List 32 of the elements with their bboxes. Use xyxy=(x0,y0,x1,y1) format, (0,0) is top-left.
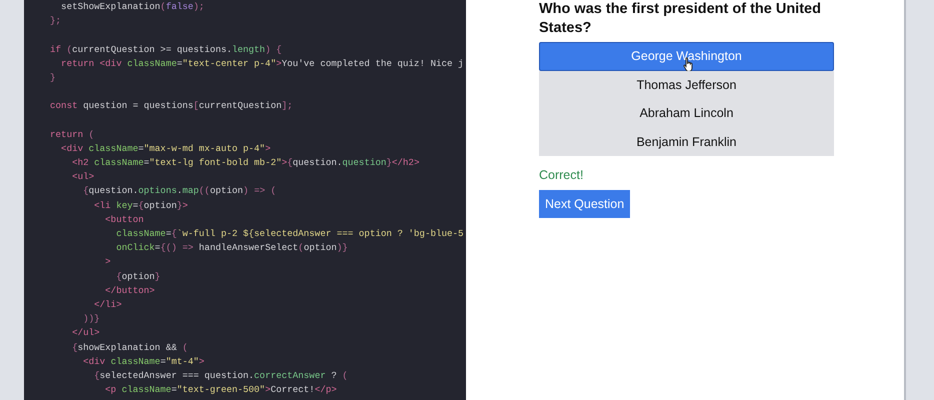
code-line: <button xyxy=(104,214,144,225)
code-line: {option} xyxy=(115,270,160,282)
next-question-button[interactable]: Next Question xyxy=(539,190,630,218)
code-line: className={`w-full p-2 ${selectedAnswer === option ? 'bg-blue-5 xyxy=(115,228,464,239)
code-line: </li> xyxy=(93,298,122,310)
code-line: <p className="text-green-500">Correct!</p> xyxy=(104,384,337,396)
code-line: {selectedAnswer === question.correctAnswer ? ( xyxy=(93,370,348,381)
code-line: } xyxy=(49,72,56,83)
code-line: <h2 className="text-lg font-bold mb-2">{question.question}</h2> xyxy=(71,157,420,168)
code-line: <ul> xyxy=(71,171,94,182)
code-line: {question.options.map((option) => ( xyxy=(82,185,276,196)
code-line: return ( xyxy=(49,128,94,140)
question-title: Who was the first president of the United States? xyxy=(539,0,822,38)
answer-option[interactable]: Thomas Jefferson xyxy=(539,70,834,99)
code-line: <div className="max-w-md mx-auto p-4"> xyxy=(60,142,271,154)
code-line: > xyxy=(104,256,111,268)
answer-option[interactable]: Benjamin Franklin xyxy=(539,128,834,156)
code-line: const question = questions[currentQuestion]; xyxy=(49,100,293,112)
feedback-text: Correct! xyxy=(539,168,584,184)
code-line: </button> xyxy=(104,284,155,296)
code-line: <li key={option}> xyxy=(93,200,188,211)
code-line: <div className="mt-4"> xyxy=(82,356,204,367)
code-line: onClick={() => handleAnswerSelect(option)} xyxy=(115,242,348,254)
answer-option[interactable]: Abraham Lincoln xyxy=(539,99,834,128)
code-line: ))} xyxy=(82,313,100,324)
code-line: return <div className="text-center p-4">You've completed the quiz! Nice j xyxy=(60,58,464,69)
answer-option[interactable]: George Washington xyxy=(539,42,834,70)
code-line: }; xyxy=(49,15,62,26)
code-line: </ul> xyxy=(71,327,100,338)
code-line: if (currentQuestion >= questions.length) { xyxy=(49,44,282,55)
code-line: setShowExplanation(false); xyxy=(60,1,204,12)
code-line: {showExplanation && ( xyxy=(71,342,188,352)
